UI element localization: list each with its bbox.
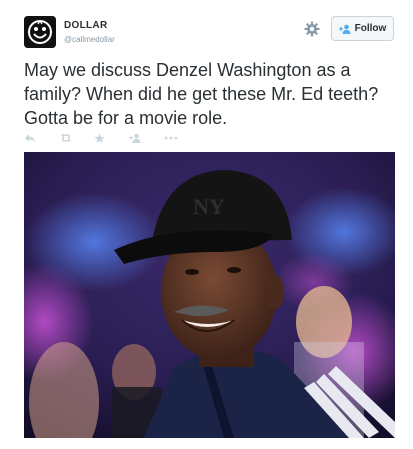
favorite-button[interactable]	[94, 131, 129, 145]
add-person-icon	[338, 24, 351, 34]
user-handle[interactable]: @callmedollar	[64, 35, 115, 44]
photo-image: NY	[24, 152, 395, 438]
follow-user-button[interactable]	[129, 131, 164, 145]
tweet-photo[interactable]: NY	[24, 152, 395, 438]
display-name[interactable]: DOLLAR	[64, 20, 107, 31]
cap-logo: NY	[193, 194, 225, 219]
more-dots-icon	[164, 136, 178, 140]
retweet-icon	[61, 133, 71, 143]
tweet-text: May we discuss Denzel Washington as a fa…	[24, 60, 379, 128]
reply-button[interactable]	[24, 131, 59, 145]
avatar[interactable]	[24, 16, 56, 48]
follow-button[interactable]: Follow	[331, 16, 394, 41]
tweet-actions	[24, 131, 199, 145]
gear-icon[interactable]	[304, 21, 320, 37]
follow-button-label: Follow	[354, 23, 387, 34]
retweet-button[interactable]	[59, 131, 94, 145]
favorite-star-icon	[94, 133, 105, 143]
more-button[interactable]	[164, 131, 199, 145]
follow-person-icon	[129, 133, 141, 143]
reply-icon	[25, 134, 35, 142]
smiley-face-logo-icon	[24, 16, 56, 48]
